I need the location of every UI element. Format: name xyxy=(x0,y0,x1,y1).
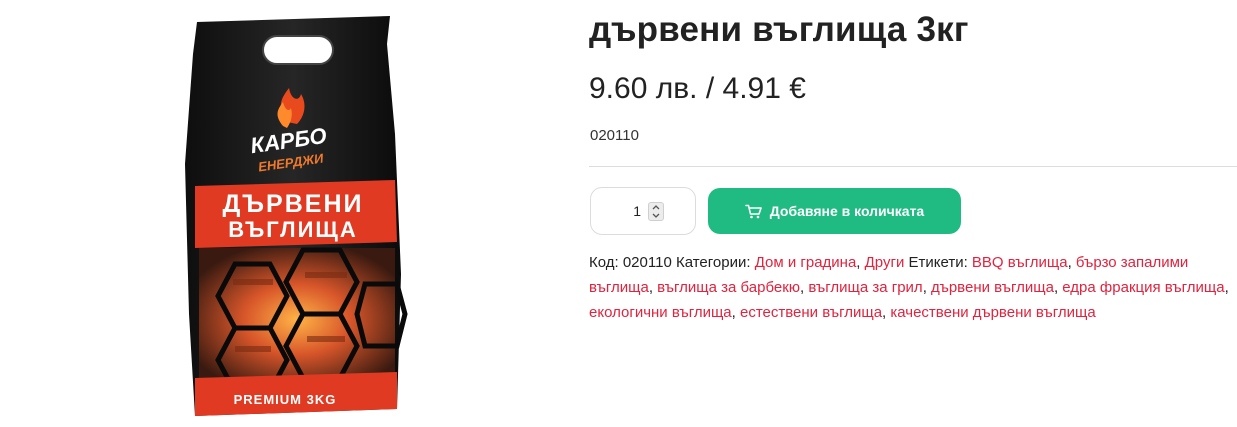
product-price: 9.60 лв. / 4.91 € xyxy=(589,72,806,105)
bag-headline-line2: ВЪГЛИЩА xyxy=(228,217,357,242)
tag-link[interactable]: дървени въглища xyxy=(931,279,1054,296)
bag-footer-label: PREMIUM 3KG xyxy=(234,392,337,407)
product-title: дървени въглища 3кг xyxy=(589,10,969,49)
category-link[interactable]: Дом и градина xyxy=(755,254,857,271)
tag-link[interactable]: въглища за грил xyxy=(808,279,922,296)
tag-link[interactable]: едра фракция въглища xyxy=(1062,279,1224,296)
chevron-down-icon[interactable] xyxy=(649,211,663,220)
tag-link[interactable]: качествени дървени въглища xyxy=(890,304,1095,321)
sku-value: 020110 xyxy=(622,254,672,271)
bag-headline-line1: ДЪРВЕНИ xyxy=(223,190,364,218)
add-to-cart-label: Добавяне в количката xyxy=(769,203,925,219)
tag-link[interactable]: естествени въглища xyxy=(740,304,882,321)
product-image[interactable]: КАРБО ЕНЕРДЖИ ДЪРВЕНИ ВЪГЛИЩА PREMIUM 3K… xyxy=(175,14,415,422)
category-link[interactable]: Други xyxy=(865,254,905,271)
tag-link[interactable]: BBQ въглища xyxy=(972,254,1068,271)
categories-label: Категории: xyxy=(675,254,751,271)
quantity-spinner[interactable] xyxy=(648,202,664,221)
charcoal-bag-image: КАРБО ЕНЕРДЖИ ДЪРВЕНИ ВЪГЛИЩА PREMIUM 3K… xyxy=(185,16,408,416)
quantity-input[interactable] xyxy=(599,200,641,222)
sku-label: Код: xyxy=(589,254,619,271)
quantity-stepper[interactable] xyxy=(590,187,696,235)
add-to-cart-button[interactable]: Добавяне в количката xyxy=(708,188,961,234)
product-sku: 020110 xyxy=(590,127,639,144)
divider xyxy=(589,166,1237,167)
tags-label: Етикети: xyxy=(908,254,968,271)
tag-link[interactable]: екологични въглища xyxy=(589,304,732,321)
tag-link[interactable]: въглища за барбекю xyxy=(657,279,800,296)
cart-icon xyxy=(744,204,762,219)
product-meta: Код: 020110 Категории: Дом и градина, Др… xyxy=(589,254,1229,321)
